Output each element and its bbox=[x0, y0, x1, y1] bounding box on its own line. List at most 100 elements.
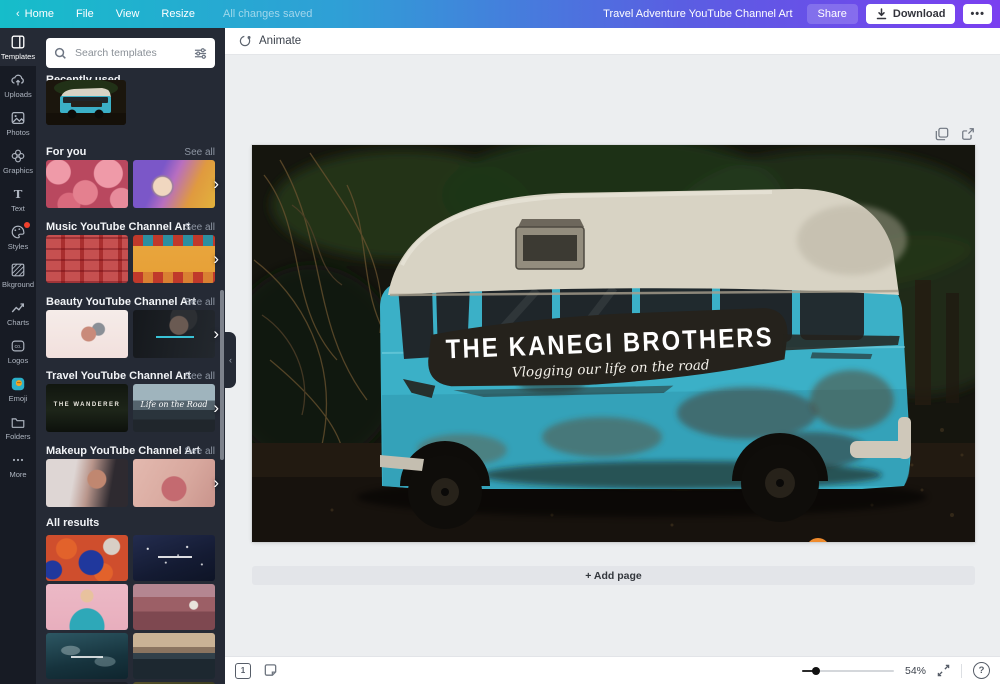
carousel-next-icon[interactable]: › bbox=[213, 324, 219, 344]
template-thumbnail[interactable]: THE WANDERER bbox=[46, 384, 128, 432]
template-thumbnail[interactable] bbox=[133, 584, 215, 630]
page-count-button[interactable]: 1 bbox=[235, 663, 251, 679]
template-carousel: › bbox=[46, 235, 215, 283]
search-input[interactable] bbox=[73, 46, 188, 60]
see-all-link[interactable]: See all bbox=[184, 297, 215, 308]
see-all-link[interactable]: See all bbox=[184, 147, 215, 158]
section-title: Makeup YouTube Channel Art bbox=[46, 445, 200, 457]
sidebar-item-emoji[interactable]: Emoji bbox=[0, 370, 36, 408]
graphics-icon bbox=[10, 148, 26, 164]
share-button[interactable]: Share bbox=[807, 4, 858, 24]
see-all-link[interactable]: See all bbox=[184, 222, 215, 233]
top-menu-bar: ‹ Home File View Resize All changes save… bbox=[0, 0, 1000, 28]
template-thumbnail[interactable] bbox=[46, 235, 128, 283]
template-thumbnail[interactable] bbox=[46, 633, 128, 679]
template-thumbnail[interactable] bbox=[133, 160, 215, 208]
back-icon: ‹ bbox=[16, 8, 20, 20]
carousel-next-icon[interactable]: › bbox=[213, 174, 219, 194]
see-all-link[interactable]: See all bbox=[184, 446, 215, 457]
results-grid-row bbox=[46, 584, 215, 630]
sidebar-item-styles[interactable]: Styles bbox=[0, 218, 36, 256]
document-title[interactable]: Travel Adventure YouTube Channel Art bbox=[603, 8, 792, 20]
sidebar-item-logos[interactable]: co. Logos bbox=[0, 332, 36, 370]
photos-icon bbox=[10, 110, 26, 126]
sidebar-item-background[interactable]: Bkground bbox=[0, 256, 36, 294]
fullscreen-icon[interactable] bbox=[937, 664, 950, 677]
sidebar-item-uploads[interactable]: Uploads bbox=[0, 66, 36, 104]
svg-text:co.: co. bbox=[14, 344, 21, 350]
notes-icon[interactable] bbox=[263, 663, 278, 678]
sidebar-item-photos[interactable]: Photos bbox=[0, 104, 36, 142]
zoom-slider-knob[interactable] bbox=[812, 667, 820, 675]
zoom-slider[interactable] bbox=[802, 670, 894, 672]
template-thumbnail[interactable] bbox=[46, 310, 128, 358]
bus-mini-thumbnail bbox=[46, 80, 126, 125]
add-page-button[interactable]: + Add page bbox=[252, 566, 975, 585]
template-thumbnail[interactable] bbox=[133, 535, 215, 581]
panel-scrollbar[interactable] bbox=[220, 290, 224, 460]
panel-collapse-tab[interactable]: ‹ bbox=[225, 332, 236, 388]
resize-menu[interactable]: Resize bbox=[161, 8, 195, 20]
template-carousel: › bbox=[46, 459, 215, 507]
animate-button[interactable]: Animate bbox=[225, 28, 314, 54]
sidebar-rail: Templates Uploads Photos Graphics T Text… bbox=[0, 28, 36, 684]
template-carousel: › bbox=[46, 160, 215, 208]
folders-icon bbox=[10, 414, 26, 430]
status-bar: 1 54% ? bbox=[225, 656, 1000, 684]
design-artwork: THE KANEGI BROTHERS Vlogging our life on… bbox=[252, 145, 975, 542]
sidebar-item-charts[interactable]: Charts bbox=[0, 294, 36, 332]
template-thumbnail[interactable] bbox=[133, 633, 215, 679]
divider bbox=[961, 664, 962, 678]
template-thumbnail[interactable] bbox=[46, 459, 128, 507]
help-icon[interactable]: ? bbox=[973, 662, 990, 679]
sidebar-item-more[interactable]: More bbox=[0, 446, 36, 484]
duplicate-page-icon[interactable] bbox=[935, 127, 949, 141]
filter-icon[interactable] bbox=[194, 47, 207, 60]
template-carousel: THE WANDERER Life on the Road › bbox=[46, 384, 215, 432]
new-page-icon[interactable] bbox=[961, 127, 975, 141]
canvas-page[interactable]: THE KANEGI BROTHERS Vlogging our life on… bbox=[252, 145, 975, 542]
download-icon bbox=[876, 8, 887, 20]
notification-badge bbox=[24, 222, 30, 228]
page-actions bbox=[930, 127, 975, 141]
more-options-button[interactable]: ••• bbox=[963, 4, 992, 24]
thumbnail-text: THE WANDERER bbox=[46, 402, 128, 408]
download-button[interactable]: Download bbox=[866, 4, 956, 24]
sidebar-item-folders[interactable]: Folders bbox=[0, 408, 36, 446]
chevron-left-icon: ‹ bbox=[229, 355, 232, 365]
uploads-icon bbox=[10, 72, 26, 88]
emoji-icon bbox=[10, 376, 26, 392]
carousel-next-icon[interactable]: › bbox=[213, 249, 219, 269]
template-thumbnail[interactable] bbox=[133, 459, 215, 507]
view-menu[interactable]: View bbox=[116, 8, 140, 20]
save-status: All changes saved bbox=[223, 8, 312, 20]
template-thumbnail[interactable]: Life on the Road bbox=[133, 384, 215, 432]
template-thumbnail[interactable] bbox=[46, 160, 128, 208]
template-thumbnail[interactable] bbox=[133, 310, 215, 358]
see-all-link[interactable]: See all bbox=[184, 371, 215, 382]
background-icon bbox=[10, 262, 26, 278]
carousel-next-icon[interactable]: › bbox=[213, 473, 219, 493]
context-toolbar: Animate bbox=[225, 28, 1000, 55]
results-grid-row bbox=[46, 535, 215, 581]
sidebar-item-graphics[interactable]: Graphics bbox=[0, 142, 36, 180]
template-thumbnail[interactable] bbox=[46, 584, 128, 630]
svg-text:T: T bbox=[14, 187, 23, 201]
template-thumbnail[interactable] bbox=[133, 235, 215, 283]
animate-icon bbox=[238, 34, 252, 48]
search-box[interactable] bbox=[46, 38, 215, 68]
template-thumbnail[interactable] bbox=[46, 535, 128, 581]
file-menu[interactable]: File bbox=[76, 8, 94, 20]
editor-main-area: Animate bbox=[225, 28, 1000, 684]
carousel-next-icon[interactable]: › bbox=[213, 398, 219, 418]
canva-editor: ‹ Home File View Resize All changes save… bbox=[0, 0, 1000, 684]
sidebar-item-templates[interactable]: Templates bbox=[0, 28, 36, 66]
results-grid-row bbox=[46, 633, 215, 679]
recently-used-thumbnail[interactable] bbox=[46, 80, 126, 125]
section-title: Music YouTube Channel Art bbox=[46, 221, 190, 233]
charts-icon bbox=[10, 300, 26, 316]
section-title: Travel YouTube Channel Art bbox=[46, 370, 191, 382]
sidebar-item-text[interactable]: T Text bbox=[0, 180, 36, 218]
home-button[interactable]: ‹ Home bbox=[16, 8, 54, 20]
section-title: Beauty YouTube Channel Art bbox=[46, 296, 196, 308]
